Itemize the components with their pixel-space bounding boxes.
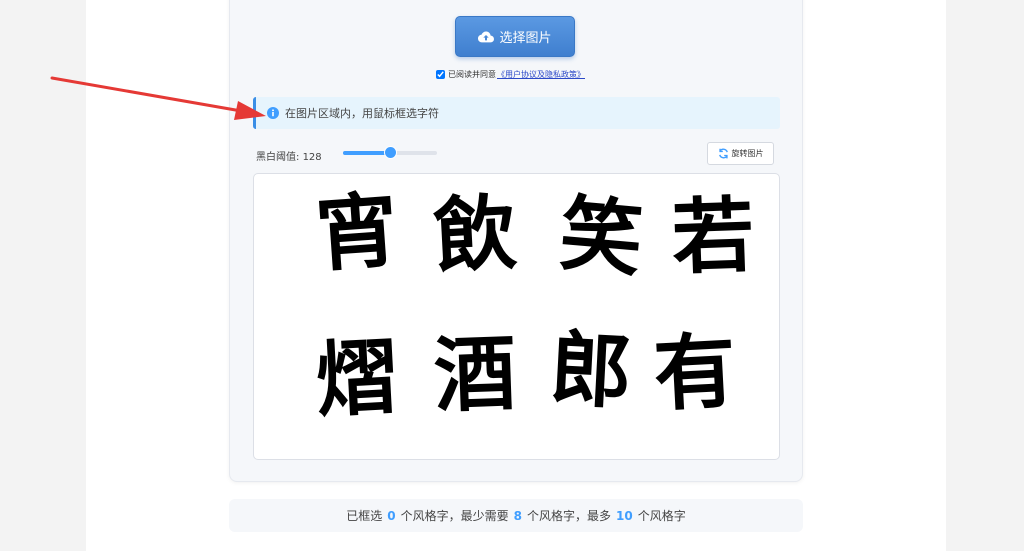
annotation-arrow-head	[234, 101, 266, 120]
annotation-arrow-line	[50, 76, 249, 114]
annotation-arrow	[50, 76, 266, 120]
